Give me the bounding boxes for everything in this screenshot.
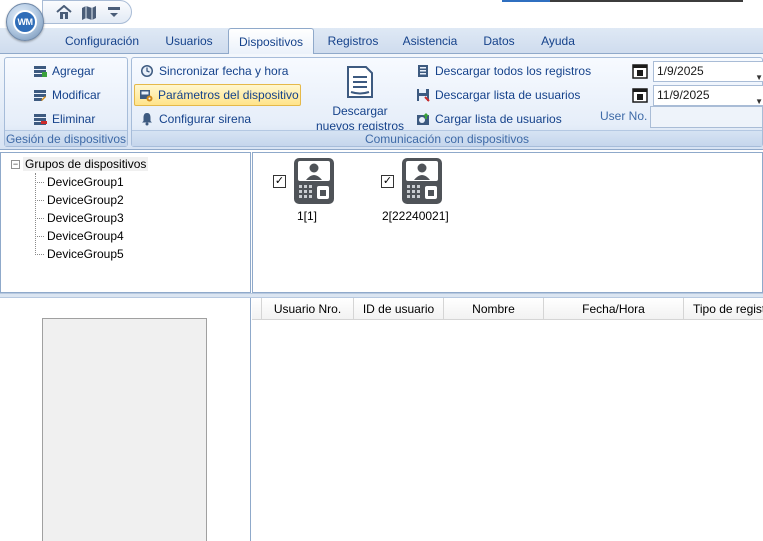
upload-user-list-button[interactable]: Cargar lista de usuarios xyxy=(412,108,566,130)
end-date-picker[interactable]: 11/9/2025 ▼ xyxy=(653,84,763,106)
records-grid: Usuario Nro. ID de usuario Nombre Fecha/… xyxy=(252,298,763,541)
sync-datetime-button[interactable]: Sincronizar fecha y hora xyxy=(136,60,292,82)
add-device-button[interactable]: Agregar xyxy=(29,60,99,82)
biometric-terminal-icon xyxy=(402,158,442,204)
tab-dispositivos[interactable]: Dispositivos xyxy=(228,28,314,55)
column-header-fecha-hora[interactable]: Fecha/Hora xyxy=(544,298,684,320)
download-user-list-button[interactable]: Descargar lista de usuarios xyxy=(412,84,584,106)
start-date-value: 1/9/2025 xyxy=(657,63,704,78)
device-group-tree-panel: − Grupos de dispositivos DeviceGroup1 De… xyxy=(0,152,251,293)
download-user-list-label: Descargar lista de usuarios xyxy=(435,88,581,102)
tree-item-label: DeviceGroup5 xyxy=(47,247,124,261)
device-tile[interactable]: ✓ 2[22240021] xyxy=(381,157,481,227)
tree-item-devicegroup4[interactable]: DeviceGroup4 xyxy=(35,229,124,243)
tab-asistencia[interactable]: Asistencia xyxy=(396,33,464,54)
device-checkbox[interactable]: ✓ xyxy=(273,175,286,188)
device-params-label: Parámetros del dispositivo xyxy=(158,88,299,102)
save-disk-icon xyxy=(416,88,430,102)
calendar-icon xyxy=(632,63,648,79)
delete-device-button[interactable]: Eliminar xyxy=(29,108,99,130)
download-new-records-label-1: Descargar xyxy=(332,104,388,118)
clock-icon xyxy=(140,64,154,78)
upload-user-list-label: Cargar lista de usuarios xyxy=(435,112,562,126)
tab-usuarios[interactable]: Usuarios xyxy=(158,33,220,54)
records-icon xyxy=(416,64,430,78)
add-device-icon xyxy=(33,64,47,78)
upload-users-icon xyxy=(416,112,430,126)
ribbon-tab-bar: Configuración Usuarios Dispositivos Regi… xyxy=(0,28,763,55)
tree-item-label: DeviceGroup2 xyxy=(47,193,124,207)
end-date-value: 11/9/2025 xyxy=(657,87,710,102)
group-gestion-dispositivos: Agregar Modificar Eliminar Gesión de dis… xyxy=(4,57,128,147)
delete-device-icon xyxy=(33,112,47,126)
tree-root-label: Grupos de dispositivos xyxy=(23,157,149,171)
user-photo-placeholder xyxy=(42,318,207,541)
user-photo-panel xyxy=(0,298,251,541)
add-device-label: Agregar xyxy=(52,64,95,78)
tree-item-label: DeviceGroup4 xyxy=(47,229,124,243)
tab-configuracion[interactable]: Configuración xyxy=(55,33,149,54)
device-settings-icon xyxy=(139,88,153,102)
tab-ayuda[interactable]: Ayuda xyxy=(532,33,584,54)
grid-row-header xyxy=(252,298,262,320)
edit-device-icon xyxy=(33,88,47,102)
device-label: 2[22240021] xyxy=(382,209,449,223)
download-document-icon xyxy=(345,64,375,100)
app-logo-icon: WM xyxy=(13,10,37,34)
configure-siren-button[interactable]: Configurar sirena xyxy=(136,108,255,130)
tree-item-label: DeviceGroup1 xyxy=(47,175,124,189)
tree-item-devicegroup3[interactable]: DeviceGroup3 xyxy=(35,211,124,225)
biometric-terminal-icon xyxy=(294,158,334,204)
group-comunicacion-dispositivos: Sincronizar fecha y hora Parámetros del … xyxy=(131,57,763,147)
calendar-icon xyxy=(632,87,648,103)
end-date-row: 11/9/2025 ▼ xyxy=(632,84,763,106)
group-comunicacion-label: Comunicación con dispositivos xyxy=(132,130,762,146)
device-params-button[interactable]: Parámetros del dispositivo xyxy=(134,84,301,106)
tree-item-devicegroup2[interactable]: DeviceGroup2 xyxy=(35,193,124,207)
dropdown-icon[interactable] xyxy=(105,4,122,21)
edit-device-button[interactable]: Modificar xyxy=(29,84,105,106)
collapse-icon[interactable]: − xyxy=(11,159,20,169)
configure-siren-label: Configurar sirena xyxy=(159,112,252,126)
tab-datos[interactable]: Datos xyxy=(476,33,522,54)
grid-header: Usuario Nro. ID de usuario Nombre Fecha/… xyxy=(252,298,763,320)
user-no-label: User No. xyxy=(600,109,648,123)
device-checkbox[interactable]: ✓ xyxy=(381,175,394,188)
tree-item-devicegroup1[interactable]: DeviceGroup1 xyxy=(35,175,124,189)
column-header-usuario-nro[interactable]: Usuario Nro. xyxy=(262,298,354,320)
tree-root[interactable]: − Grupos de dispositivos xyxy=(11,157,149,171)
column-header-nombre[interactable]: Nombre xyxy=(444,298,544,320)
home-icon[interactable] xyxy=(55,4,72,21)
column-header-tipo-registro[interactable]: Tipo de registro xyxy=(684,298,763,320)
start-date-row: 1/9/2025 ▼ xyxy=(632,60,763,82)
title-bar-edge-accent xyxy=(502,0,550,2)
device-tile[interactable]: ✓ 1[1] xyxy=(273,157,363,227)
download-all-records-label: Descargar todos los registros xyxy=(435,64,592,78)
download-all-records-button[interactable]: Descargar todos los registros xyxy=(412,60,595,82)
tree-item-devicegroup5[interactable]: DeviceGroup5 xyxy=(35,247,124,261)
tab-registros[interactable]: Registros xyxy=(322,33,384,54)
sync-datetime-label: Sincronizar fecha y hora xyxy=(159,64,289,78)
column-header-id-usuario[interactable]: ID de usuario xyxy=(354,298,444,320)
download-new-records-button[interactable]: Descargar nuevos registros xyxy=(313,64,407,134)
group-gestion-label: Gesión de dispositivos xyxy=(5,130,127,146)
edit-device-label: Modificar xyxy=(52,88,101,102)
map-icon[interactable] xyxy=(80,4,97,21)
delete-device-label: Eliminar xyxy=(52,112,96,126)
ribbon-panel: Agregar Modificar Eliminar Gesión de dis… xyxy=(0,54,763,150)
app-menu-button[interactable]: WM xyxy=(6,3,44,41)
user-no-input[interactable] xyxy=(650,106,763,128)
devices-panel: ✓ 1[1] ✓ 2[22240021] xyxy=(252,152,763,293)
device-label: 1[1] xyxy=(297,209,318,223)
start-date-picker[interactable]: 1/9/2025 ▼ xyxy=(653,60,763,82)
bell-icon xyxy=(140,112,154,126)
quick-access-toolbar xyxy=(42,0,132,24)
tree-item-label: DeviceGroup3 xyxy=(47,211,124,225)
